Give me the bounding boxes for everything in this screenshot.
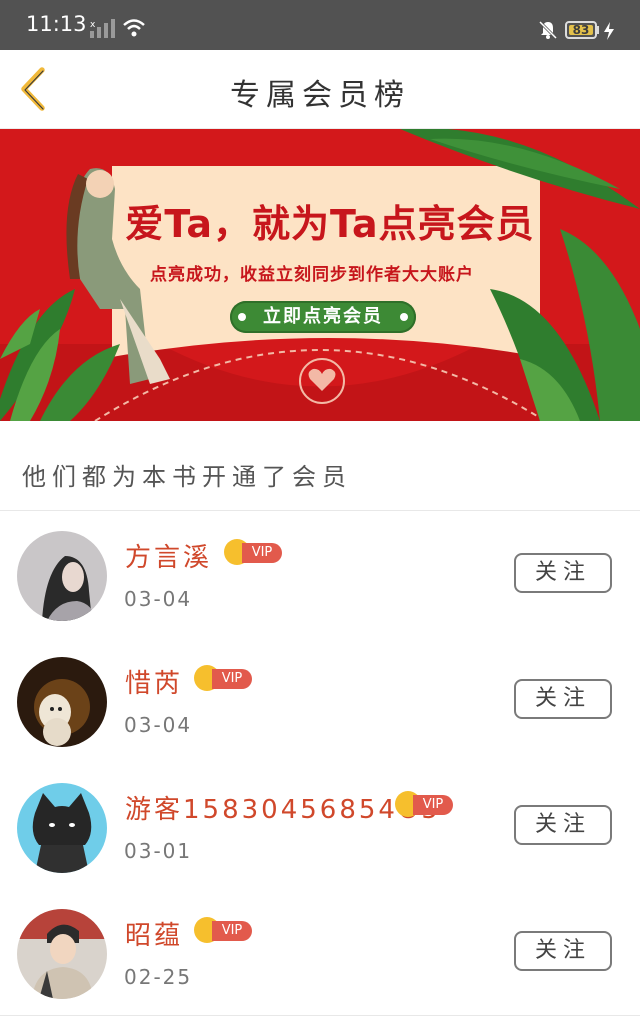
button-dot-right [400, 313, 408, 321]
button-dot-left [238, 313, 246, 321]
list-item[interactable]: 昭蕴 VIP 02-25 关注 [0, 889, 640, 1016]
follow-button[interactable]: 关注 [514, 805, 612, 845]
member-date: 03-01 [124, 839, 193, 863]
nav-bar: 专属会员榜 [0, 50, 640, 129]
follow-button[interactable]: 关注 [514, 679, 612, 719]
list-item[interactable]: 方言溪 VIP 03-04 关注 [0, 511, 640, 638]
follow-button[interactable]: 关注 [514, 931, 612, 971]
member-name: 方言溪 [125, 543, 213, 573]
list-item[interactable]: 游客15830456854O5 VIP 03-01 关注 [0, 763, 640, 890]
avatar[interactable] [17, 531, 107, 621]
light-up-vip-button[interactable]: 立即点亮会员 [230, 301, 416, 333]
vip-tag: VIP [413, 795, 453, 815]
avatar[interactable] [17, 909, 107, 999]
promo-banner[interactable]: 爱Ta，就为Ta点亮会员 点亮成功，收益立刻同步到作者大大账户 立即点亮会员 [0, 129, 640, 421]
member-date: 03-04 [124, 587, 193, 611]
member-date: 02-25 [124, 965, 193, 989]
vip-tag: VIP [242, 543, 282, 563]
battery-tip [596, 26, 599, 34]
signal-icon: x [90, 19, 115, 38]
vip-badge: VIP [194, 917, 254, 943]
vip-badge: VIP [224, 539, 284, 565]
vip-tag: VIP [212, 669, 252, 689]
page-title: 专属会员榜 [230, 78, 410, 113]
svg-text:x: x [90, 20, 96, 30]
member-date: 03-04 [124, 713, 193, 737]
avatar[interactable] [17, 657, 107, 747]
member-name: 游客15830456854O5 [125, 795, 441, 825]
member-name: 惜芮 [125, 669, 184, 699]
light-up-vip-label: 立即点亮会员 [263, 306, 383, 327]
section-header: 他们都为本书开通了会员 [0, 421, 640, 511]
vip-tag: VIP [212, 921, 252, 941]
mute-bell-icon [538, 20, 558, 40]
banner-subtitle: 点亮成功，收益立刻同步到作者大大账户 [150, 265, 474, 285]
battery-level: 83 [569, 24, 593, 36]
status-time: 11:13 [26, 12, 87, 36]
vip-badge: VIP [194, 665, 254, 691]
status-bar: 11:13 x 83 [0, 0, 640, 50]
avatar[interactable] [17, 783, 107, 873]
battery-icon: 83 [565, 21, 597, 39]
vip-badge: VIP [395, 791, 455, 817]
section-title: 他们都为本书开通了会员 [22, 463, 352, 491]
follow-button[interactable]: 关注 [514, 553, 612, 593]
member-name: 昭蕴 [125, 921, 184, 951]
wifi-icon [123, 19, 145, 37]
list-item[interactable]: 惜芮 VIP 03-04 关注 [0, 637, 640, 764]
banner-headline: 爱Ta，就为Ta点亮会员 [125, 202, 535, 246]
charging-bolt-icon [604, 22, 614, 40]
